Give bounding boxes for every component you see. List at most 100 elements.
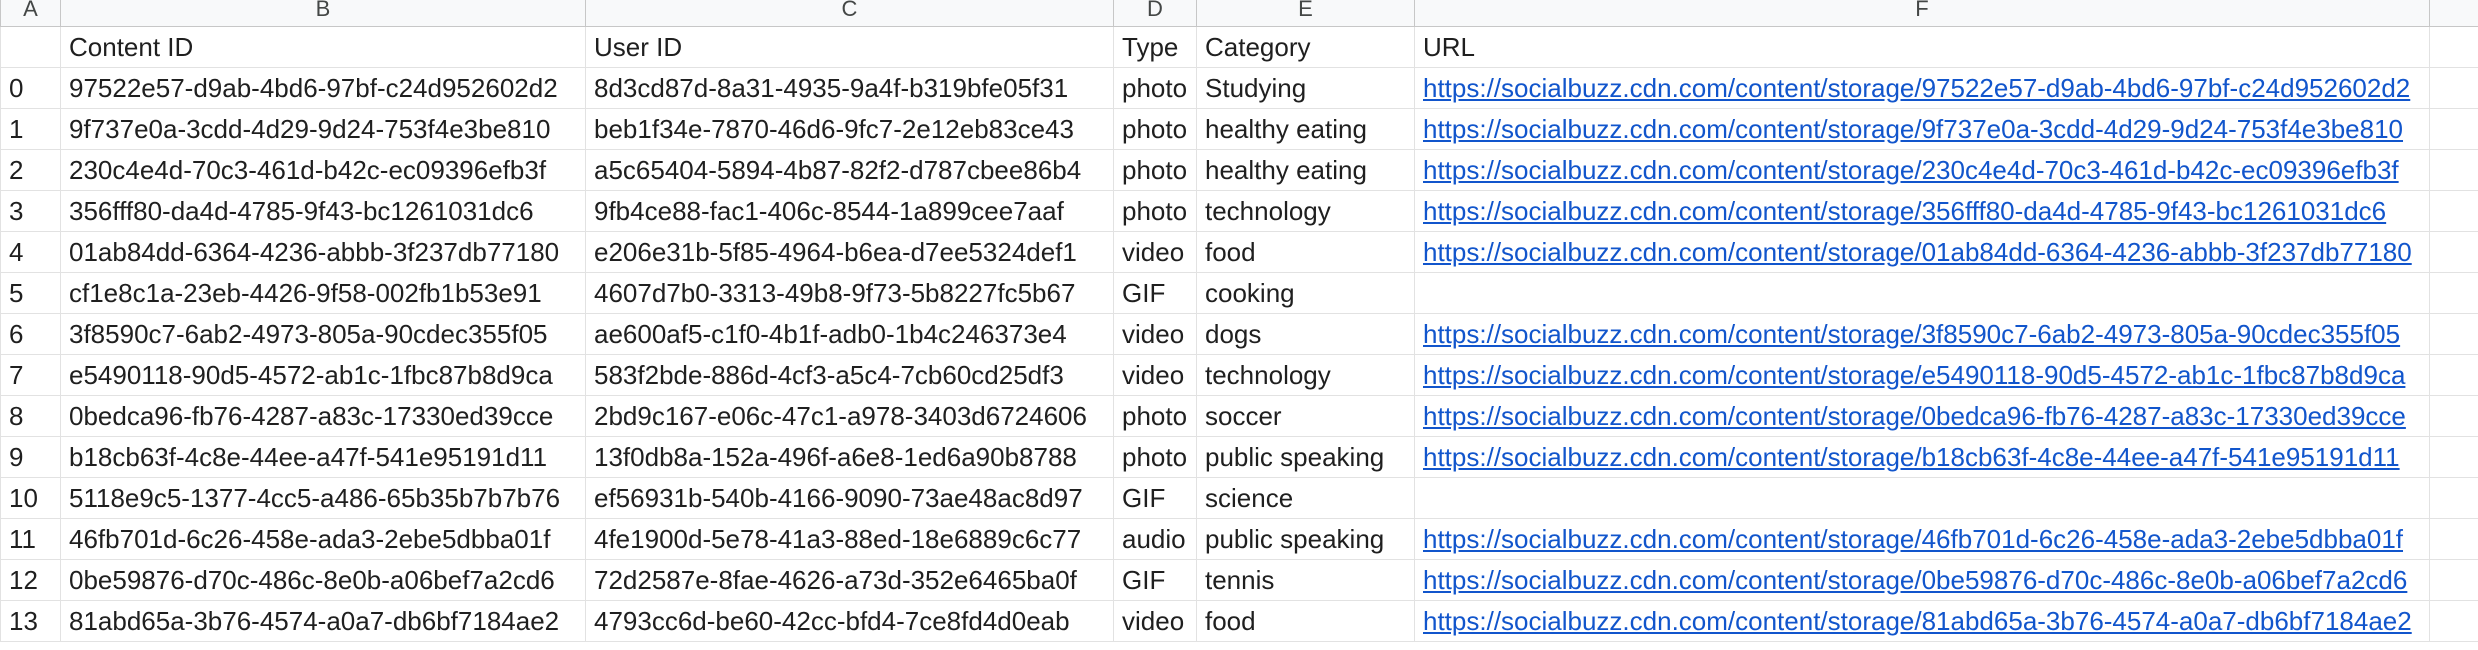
cell-url[interactable]: https://socialbuzz.cdn.com/content/stora… — [1414, 149, 2430, 191]
empty-cell[interactable] — [2429, 313, 2478, 355]
column-header-c[interactable]: C — [585, 0, 1114, 27]
cell-index[interactable]: 1 — [0, 108, 61, 150]
empty-cell[interactable] — [2429, 149, 2478, 191]
cell-user-id[interactable]: a5c65404-5894-4b87-82f2-d787cbee86b4 — [585, 149, 1114, 191]
cell-index[interactable]: 4 — [0, 231, 61, 273]
cell-index[interactable]: 11 — [0, 518, 61, 560]
cell-content-id[interactable]: 01ab84dd-6364-4236-abbb-3f237db77180 — [60, 231, 586, 273]
cell-user-id[interactable]: 2bd9c167-e06c-47c1-a978-3403d6724606 — [585, 395, 1114, 437]
url-link[interactable]: https://socialbuzz.cdn.com/content/stora… — [1423, 606, 2412, 636]
empty-cell[interactable] — [2429, 354, 2478, 396]
empty-cell[interactable] — [2429, 518, 2478, 560]
cell-type[interactable]: GIF — [1113, 559, 1197, 601]
cell-category[interactable]: cooking — [1196, 272, 1415, 314]
cell-type[interactable]: photo — [1113, 108, 1197, 150]
cell-index[interactable]: 9 — [0, 436, 61, 478]
cell-category[interactable]: soccer — [1196, 395, 1415, 437]
cell-index[interactable]: 7 — [0, 354, 61, 396]
cell-index[interactable]: 2 — [0, 149, 61, 191]
cell-index[interactable]: 8 — [0, 395, 61, 437]
cell-user-id[interactable]: 72d2587e-8fae-4626-a73d-352e6465ba0f — [585, 559, 1114, 601]
empty-cell[interactable] — [2429, 600, 2478, 642]
header-cell-index[interactable] — [0, 26, 61, 68]
cell-index[interactable]: 0 — [0, 67, 61, 109]
cell-type[interactable]: GIF — [1113, 272, 1197, 314]
cell-content-id[interactable]: 230c4e4d-70c3-461d-b42c-ec09396efb3f — [60, 149, 586, 191]
cell-content-id[interactable]: 46fb701d-6c26-458e-ada3-2ebe5dbba01f — [60, 518, 586, 560]
cell-url[interactable]: https://socialbuzz.cdn.com/content/stora… — [1414, 313, 2430, 355]
cell-category[interactable]: science — [1196, 477, 1415, 519]
cell-category[interactable]: Studying — [1196, 67, 1415, 109]
cell-user-id[interactable]: beb1f34e-7870-46d6-9fc7-2e12eb83ce43 — [585, 108, 1114, 150]
cell-user-id[interactable]: 4607d7b0-3313-49b8-9f73-5b8227fc5b67 — [585, 272, 1114, 314]
cell-type[interactable]: video — [1113, 231, 1197, 273]
cell-url[interactable]: https://socialbuzz.cdn.com/content/stora… — [1414, 518, 2430, 560]
cell-content-id[interactable]: 5118e9c5-1377-4cc5-a486-65b35b7b7b76 — [60, 477, 586, 519]
cell-url[interactable]: https://socialbuzz.cdn.com/content/stora… — [1414, 231, 2430, 273]
header-cell-content-id[interactable]: Content ID — [60, 26, 586, 68]
cell-user-id[interactable]: 13f0db8a-152a-496f-a6e8-1ed6a90b8788 — [585, 436, 1114, 478]
empty-cell[interactable] — [2429, 190, 2478, 232]
cell-index[interactable]: 5 — [0, 272, 61, 314]
url-link[interactable]: https://socialbuzz.cdn.com/content/stora… — [1423, 565, 2407, 595]
cell-content-id[interactable]: 9f737e0a-3cdd-4d29-9d24-753f4e3be810 — [60, 108, 586, 150]
cell-type[interactable]: audio — [1113, 518, 1197, 560]
url-link[interactable]: https://socialbuzz.cdn.com/content/stora… — [1423, 155, 2399, 185]
cell-type[interactable]: photo — [1113, 395, 1197, 437]
cell-type[interactable]: video — [1113, 600, 1197, 642]
empty-cell[interactable] — [2429, 395, 2478, 437]
empty-cell[interactable] — [2429, 231, 2478, 273]
cell-category[interactable]: tennis — [1196, 559, 1415, 601]
cell-type[interactable]: video — [1113, 313, 1197, 355]
empty-cell[interactable] — [2429, 477, 2478, 519]
cell-category[interactable]: technology — [1196, 354, 1415, 396]
cell-url[interactable] — [1414, 477, 2430, 519]
cell-category[interactable]: food — [1196, 231, 1415, 273]
empty-cell[interactable] — [2429, 272, 2478, 314]
cell-category[interactable]: healthy eating — [1196, 149, 1415, 191]
cell-type[interactable]: GIF — [1113, 477, 1197, 519]
header-cell-type[interactable]: Type — [1113, 26, 1197, 68]
header-cell-category[interactable]: Category — [1196, 26, 1415, 68]
url-link[interactable]: https://socialbuzz.cdn.com/content/stora… — [1423, 237, 2412, 267]
cell-type[interactable]: photo — [1113, 190, 1197, 232]
cell-url[interactable]: https://socialbuzz.cdn.com/content/stora… — [1414, 67, 2430, 109]
cell-index[interactable]: 6 — [0, 313, 61, 355]
cell-url[interactable]: https://socialbuzz.cdn.com/content/stora… — [1414, 600, 2430, 642]
cell-category[interactable]: public speaking — [1196, 518, 1415, 560]
header-cell-user-id[interactable]: User ID — [585, 26, 1114, 68]
column-header-g[interactable] — [2429, 0, 2478, 27]
url-link[interactable]: https://socialbuzz.cdn.com/content/stora… — [1423, 319, 2400, 349]
cell-type[interactable]: photo — [1113, 436, 1197, 478]
cell-user-id[interactable]: e206e31b-5f85-4964-b6ea-d7ee5324def1 — [585, 231, 1114, 273]
column-header-d[interactable]: D — [1113, 0, 1197, 27]
cell-url[interactable]: https://socialbuzz.cdn.com/content/stora… — [1414, 108, 2430, 150]
column-header-a[interactable]: A — [0, 0, 61, 27]
cell-user-id[interactable]: ef56931b-540b-4166-9090-73ae48ac8d97 — [585, 477, 1114, 519]
url-link[interactable]: https://socialbuzz.cdn.com/content/stora… — [1423, 442, 2400, 472]
empty-cell[interactable] — [2429, 26, 2478, 68]
cell-index[interactable]: 13 — [0, 600, 61, 642]
cell-content-id[interactable]: cf1e8c1a-23eb-4426-9f58-002fb1b53e91 — [60, 272, 586, 314]
cell-category[interactable]: dogs — [1196, 313, 1415, 355]
cell-content-id[interactable]: 3f8590c7-6ab2-4973-805a-90cdec355f05 — [60, 313, 586, 355]
cell-type[interactable]: video — [1113, 354, 1197, 396]
cell-url[interactable]: https://socialbuzz.cdn.com/content/stora… — [1414, 190, 2430, 232]
cell-url[interactable]: https://socialbuzz.cdn.com/content/stora… — [1414, 354, 2430, 396]
cell-content-id[interactable]: 0bedca96-fb76-4287-a83c-17330ed39cce — [60, 395, 586, 437]
url-link[interactable]: https://socialbuzz.cdn.com/content/stora… — [1423, 524, 2403, 554]
url-link[interactable]: https://socialbuzz.cdn.com/content/stora… — [1423, 114, 2403, 144]
cell-content-id[interactable]: e5490118-90d5-4572-ab1c-1fbc87b8d9ca — [60, 354, 586, 396]
cell-user-id[interactable]: 4793cc6d-be60-42cc-bfd4-7ce8fd4d0eab — [585, 600, 1114, 642]
empty-cell[interactable] — [2429, 559, 2478, 601]
cell-index[interactable]: 10 — [0, 477, 61, 519]
cell-content-id[interactable]: 356fff80-da4d-4785-9f43-bc1261031dc6 — [60, 190, 586, 232]
cell-type[interactable]: photo — [1113, 149, 1197, 191]
url-link[interactable]: https://socialbuzz.cdn.com/content/stora… — [1423, 73, 2410, 103]
cell-content-id[interactable]: 81abd65a-3b76-4574-a0a7-db6bf7184ae2 — [60, 600, 586, 642]
cell-user-id[interactable]: 583f2bde-886d-4cf3-a5c4-7cb60cd25df3 — [585, 354, 1114, 396]
column-header-f[interactable]: F — [1414, 0, 2430, 27]
empty-cell[interactable] — [2429, 67, 2478, 109]
cell-user-id[interactable]: ae600af5-c1f0-4b1f-adb0-1b4c246373e4 — [585, 313, 1114, 355]
cell-category[interactable]: public speaking — [1196, 436, 1415, 478]
